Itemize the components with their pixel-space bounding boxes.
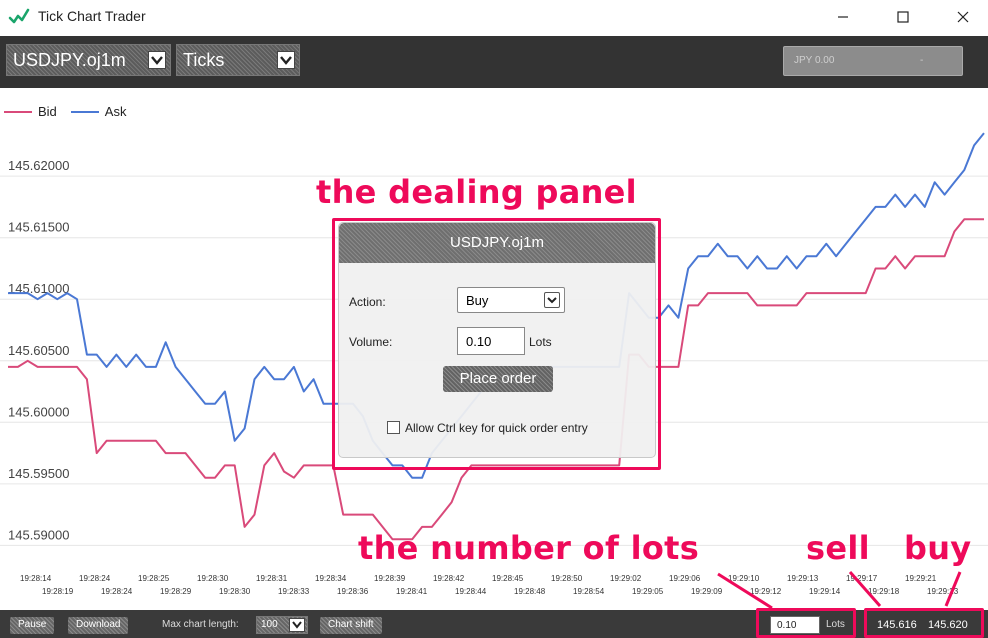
lots-label: Lots [826, 619, 845, 630]
chart-shift-button[interactable]: Chart shift [320, 617, 382, 634]
buy-pointer [944, 571, 962, 607]
download-button[interactable]: Download [68, 617, 129, 634]
buy-price-button[interactable]: 145.620 [928, 619, 968, 631]
tick-chart-trader-window: Tick Chart Trader USDJPY.oj1m Ticks JPY … [0, 0, 988, 638]
chevron-down-icon [289, 618, 305, 632]
annotation-arrows [717, 571, 962, 610]
max-chart-length-value: 100 [261, 619, 278, 630]
sell-pointer [848, 571, 882, 607]
bottom-bar: Pause Download Max chart length: 100 Cha… [0, 608, 988, 638]
pause-button[interactable]: Pause [10, 617, 55, 634]
max-chart-length-select[interactable]: 100 [256, 616, 308, 634]
lots-pointer [717, 572, 773, 610]
sell-price-button[interactable]: 145.616 [877, 619, 917, 631]
lots-input[interactable]: 0.10 [770, 616, 820, 634]
max-chart-length-label: Max chart length: [162, 619, 239, 630]
